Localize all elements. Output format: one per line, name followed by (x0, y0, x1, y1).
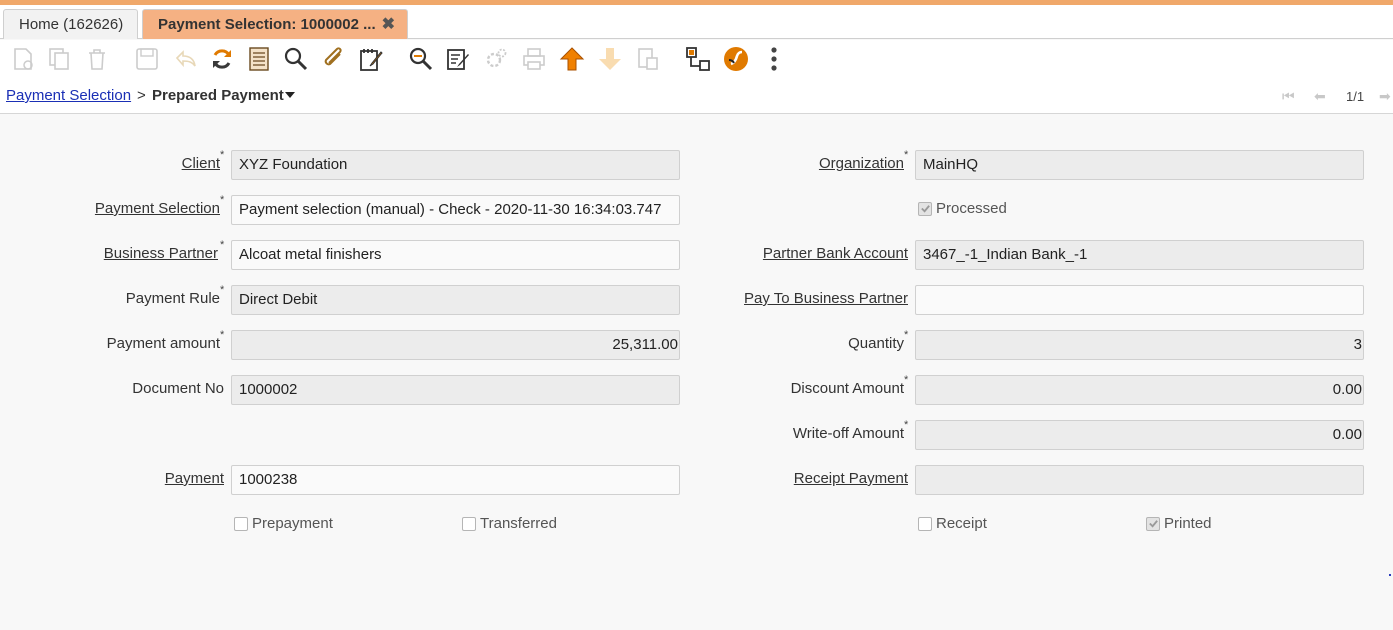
workflow-icon[interactable] (683, 44, 713, 74)
payment-label[interactable]: Payment (165, 470, 224, 487)
required-marker: * (220, 329, 225, 341)
window-tab-bar: Home (162626) Payment Selection: 1000002… (0, 5, 1393, 39)
client-label[interactable]: Client (182, 155, 220, 172)
tab-payment-selection-label: Payment Selection: 1000002 ... (158, 16, 376, 33)
attachment-icon[interactable] (318, 44, 348, 74)
quantity-label: Quantity (848, 335, 904, 352)
breadcrumb-separator: > (137, 87, 146, 104)
business-partner-label[interactable]: Business Partner (104, 245, 218, 262)
checkbox-box[interactable] (918, 201, 932, 216)
breadcrumb: Payment Selection > Prepared Payment ⏮ ⬅… (0, 76, 1393, 114)
notes-icon[interactable] (356, 44, 386, 74)
payment-selection-label[interactable]: Payment Selection (95, 200, 220, 217)
organization-field[interactable]: MainHQ (915, 150, 1364, 180)
find-icon[interactable] (281, 44, 311, 74)
parent-record-icon[interactable] (557, 44, 587, 74)
checkbox-box[interactable] (462, 516, 476, 531)
printed-label: Printed (1164, 515, 1212, 532)
required-marker: * (220, 239, 225, 251)
prepayment-checkbox[interactable]: Prepayment (234, 515, 333, 532)
receipt-payment-field[interactable] (915, 465, 1364, 495)
first-record-icon[interactable]: ⏮ (1282, 88, 1295, 105)
payment-selection-field[interactable]: Payment selection (manual) - Check - 202… (231, 195, 680, 225)
required-marker: * (220, 194, 225, 206)
quantity-field[interactable]: 3 (915, 330, 1364, 360)
discount-amount-field[interactable]: 0.00 (915, 375, 1364, 405)
receipt-label: Receipt (936, 515, 987, 532)
receipt-checkbox[interactable]: Receipt (918, 515, 987, 532)
archive-icon[interactable] (633, 44, 663, 74)
required-marker: * (904, 329, 909, 341)
tab-home-label: Home (162626) (19, 16, 124, 33)
document-no-field[interactable]: 1000002 (231, 375, 680, 405)
checkbox-box[interactable] (234, 516, 248, 531)
breadcrumb-payment-selection-link[interactable]: Payment Selection (6, 87, 131, 104)
toolbar (0, 40, 1393, 76)
required-marker: * (904, 419, 909, 431)
pay-to-business-partner-label[interactable]: Pay To Business Partner (744, 290, 908, 307)
document-no-label: Document No (132, 380, 224, 397)
scroll-indicator (1389, 574, 1391, 576)
client-field[interactable]: XYZ Foundation (231, 150, 680, 180)
refresh-icon[interactable] (207, 44, 237, 74)
delete-icon[interactable] (82, 44, 112, 74)
required-marker: * (904, 149, 909, 161)
zoom-across-icon[interactable] (406, 44, 436, 74)
copy-icon[interactable] (44, 44, 74, 74)
business-partner-field[interactable]: Alcoat metal finishers (231, 240, 680, 270)
checkbox-box[interactable] (918, 516, 932, 531)
payment-rule-label: Payment Rule (125, 290, 220, 307)
required-marker: * (904, 374, 909, 386)
checkbox-box[interactable] (1146, 516, 1160, 531)
undo-icon[interactable] (170, 44, 200, 74)
new-icon[interactable] (8, 44, 38, 74)
required-marker: * (220, 284, 225, 296)
edit-icon[interactable] (443, 44, 473, 74)
partner-bank-account-label[interactable]: Partner Bank Account (763, 245, 908, 262)
save-icon[interactable] (132, 44, 162, 74)
transferred-label: Transferred (480, 515, 557, 532)
required-marker: * (220, 149, 225, 161)
breadcrumb-current[interactable]: Prepared Payment (152, 87, 284, 104)
grid-toggle-icon[interactable] (244, 44, 274, 74)
transferred-checkbox[interactable]: Transferred (462, 515, 557, 532)
more-icon[interactable] (759, 44, 789, 74)
discount-amount-label: Discount Amount (790, 380, 904, 397)
receipt-payment-label[interactable]: Receipt Payment (794, 470, 908, 487)
pay-to-business-partner-field[interactable] (915, 285, 1364, 315)
chevron-down-icon[interactable] (285, 92, 295, 98)
writeoff-amount-field[interactable]: 0.00 (915, 420, 1364, 450)
next-record-icon[interactable]: ➡ (1379, 88, 1391, 105)
close-tab-icon[interactable]: ✖ (382, 10, 395, 40)
tab-payment-selection[interactable]: Payment Selection: 1000002 ... ✖ (142, 9, 408, 39)
payment-rule-field[interactable]: Direct Debit (231, 285, 680, 315)
process-icon[interactable] (481, 44, 511, 74)
report-icon[interactable] (721, 44, 751, 74)
processed-label: Processed (936, 200, 1007, 217)
partner-bank-account-field[interactable]: 3467_-1_Indian Bank_-1 (915, 240, 1364, 270)
printed-checkbox[interactable]: Printed (1146, 515, 1212, 532)
writeoff-amount-label: Write-off Amount (792, 425, 904, 442)
payment-amount-field[interactable]: 25,311.00 (231, 330, 680, 360)
payment-amount-label: Payment amount (106, 335, 220, 352)
payment-field[interactable]: 1000238 (231, 465, 680, 495)
previous-record-icon[interactable]: ⬅ (1314, 88, 1326, 105)
detail-record-icon[interactable] (595, 44, 625, 74)
record-count: 1/1 (1346, 89, 1365, 104)
processed-checkbox[interactable]: Processed (918, 200, 1007, 217)
organization-label[interactable]: Organization (819, 155, 904, 172)
tab-home[interactable]: Home (162626) (3, 9, 138, 39)
print-icon[interactable] (519, 44, 549, 74)
prepayment-label: Prepayment (252, 515, 333, 532)
